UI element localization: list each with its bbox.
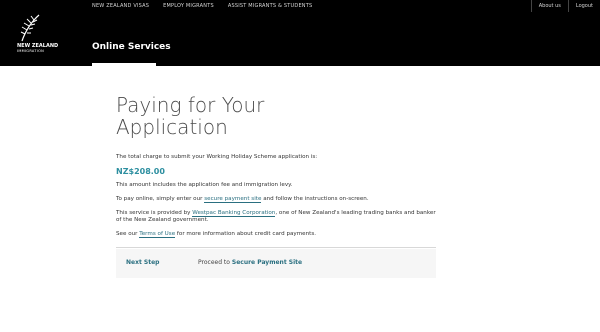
service-provider-text: This service is provided by Westpac Bank… bbox=[116, 210, 436, 224]
next-step-label: Next Step bbox=[126, 259, 160, 266]
about-us-link[interactable]: About us bbox=[530, 0, 568, 12]
terms-prefix: See our bbox=[116, 231, 138, 237]
logo-text: NEW ZEALAND IMMIGRATION bbox=[17, 44, 58, 54]
next-step-prefix: Proceed to bbox=[198, 259, 230, 266]
pay-suffix: and follow the instructions on-screen. bbox=[263, 196, 369, 202]
intro-text: The total charge to submit your Working … bbox=[116, 154, 318, 160]
logo-line2: IMMIGRATION bbox=[17, 49, 45, 53]
divider bbox=[116, 247, 436, 248]
secure-payment-site-link[interactable]: secure payment site bbox=[204, 196, 262, 203]
terms-text: See our Terms of Use for more informatio… bbox=[116, 231, 436, 238]
service-prefix: This service is provided by bbox=[116, 210, 191, 216]
westpac-link[interactable]: Westpac Banking Corporation bbox=[192, 210, 276, 217]
page-title-line1: Paying for Your bbox=[116, 93, 265, 117]
main-content: Paying for Your Application The total ch… bbox=[116, 94, 436, 238]
total-amount: NZ$208.00 bbox=[116, 167, 165, 176]
secure-payment-site-next-link[interactable]: Secure Payment Site bbox=[232, 259, 302, 266]
page-title: Paying for Your Application bbox=[116, 94, 436, 138]
nav-employ-migrants[interactable]: EMPLOY MIGRANTS bbox=[163, 0, 214, 12]
pay-instructions: To pay online, simply enter our secure p… bbox=[116, 196, 436, 203]
next-step-text: Proceed to Secure Payment Site bbox=[198, 259, 302, 266]
active-tab-underline bbox=[92, 63, 156, 66]
site-header: NEW ZEALAND VISAS EMPLOY MIGRANTS ASSIST… bbox=[0, 0, 600, 66]
terms-of-use-link[interactable]: Terms of Use bbox=[139, 231, 176, 238]
pay-prefix: To pay online, simply enter our bbox=[116, 196, 203, 202]
top-navigation: NEW ZEALAND VISAS EMPLOY MIGRANTS ASSIST… bbox=[92, 0, 326, 12]
fern-icon bbox=[20, 14, 40, 42]
includes-text: This amount includes the application fee… bbox=[116, 182, 293, 188]
nz-immigration-logo[interactable]: NEW ZEALAND IMMIGRATION bbox=[17, 14, 58, 54]
nav-new-zealand-visas[interactable]: NEW ZEALAND VISAS bbox=[92, 0, 149, 12]
logout-link[interactable]: Logout bbox=[567, 0, 600, 12]
next-step-panel: Next Step Proceed to Secure Payment Site bbox=[116, 249, 436, 278]
section-title[interactable]: Online Services bbox=[92, 42, 171, 52]
page-title-line2: Application bbox=[116, 115, 228, 139]
nav-assist-migrants[interactable]: ASSIST MIGRANTS & STUDENTS bbox=[228, 0, 313, 12]
account-links: About us Logout bbox=[530, 0, 600, 12]
terms-suffix: for more information about credit card p… bbox=[176, 231, 317, 237]
